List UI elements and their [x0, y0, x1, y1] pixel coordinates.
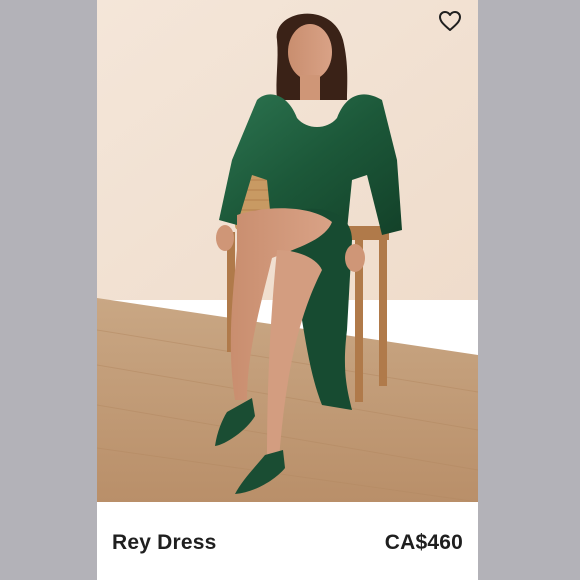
- listing-title[interactable]: Rey Dress: [112, 531, 217, 555]
- like-button[interactable]: [438, 10, 462, 32]
- product-photo-illustration: [97, 0, 478, 502]
- product-photo[interactable]: [97, 0, 478, 502]
- listing-card[interactable]: Rey Dress CA$460: [97, 0, 478, 580]
- heart-outline-icon: [439, 11, 461, 31]
- listing-price: CA$460: [384, 531, 463, 554]
- listing-info: Rey Dress CA$460: [97, 502, 478, 580]
